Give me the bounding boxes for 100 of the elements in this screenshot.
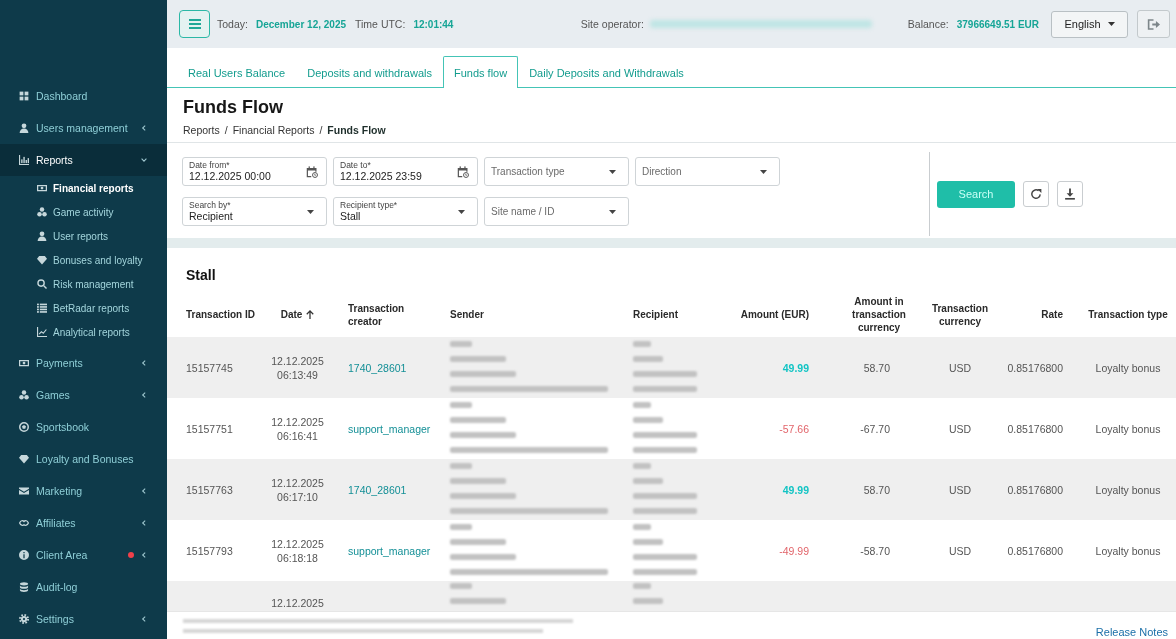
blurred-text — [633, 524, 697, 575]
table-cell: USD — [948, 361, 972, 374]
table-title: Stall — [186, 267, 216, 283]
table-cell: -58.70 — [860, 544, 890, 557]
table-cell: -49.99 — [779, 544, 809, 557]
sidebar-item[interactable]: User reports — [0, 224, 167, 248]
creator-link[interactable]: support_manager — [348, 544, 431, 557]
column-header[interactable]: Rate — [1005, 308, 1080, 321]
table-cell: 0.85176800 — [1007, 483, 1063, 496]
time-label: Time UTC: — [355, 18, 406, 30]
creator-link[interactable]: support_manager — [348, 422, 431, 435]
creator-link[interactable]: 1740_28601 — [348, 483, 407, 496]
sidebar-item[interactable]: Users management — [0, 112, 167, 144]
grid-icon — [19, 91, 29, 101]
today-label: Today: — [217, 18, 248, 30]
creator-link[interactable]: 1740_28601 — [348, 361, 407, 374]
balance-value: 37966649.51 EUR — [956, 18, 1039, 30]
release-notes-link[interactable]: Release Notes — [1095, 626, 1168, 639]
refresh-button[interactable] — [1023, 181, 1049, 207]
table-cell: Loyalty bonus — [1095, 483, 1161, 496]
time-value: 12:01:44 — [413, 18, 454, 30]
table-cell: 15157751 — [186, 422, 233, 435]
bar-chart-icon — [19, 155, 29, 165]
sidebar-item[interactable]: Financial reports — [0, 176, 167, 200]
sidebar-item[interactable]: Reports — [0, 144, 167, 176]
sidebar-item[interactable]: Loyalty and Bonuses — [0, 443, 167, 475]
dropdown-field[interactable]: Transaction type — [484, 157, 629, 186]
table-cell: 12.12.2025 06:16:41 — [271, 414, 324, 443]
caret-icon — [760, 169, 767, 174]
date-field[interactable]: Date to* 12.12.2025 23:59 — [333, 157, 478, 186]
person-icon — [19, 123, 29, 133]
column-header[interactable]: Recipient — [625, 308, 735, 321]
diamond-icon — [19, 454, 29, 464]
column-header[interactable]: Sender — [440, 308, 625, 321]
blurred-text — [633, 583, 663, 604]
sidebar-item[interactable]: Affiliates — [0, 507, 167, 539]
calendar-icon — [457, 165, 469, 178]
sidebar-item[interactable]: Analytical reports — [0, 320, 167, 344]
column-header[interactable]: Date — [260, 308, 335, 321]
logout-button[interactable] — [1137, 10, 1170, 38]
banknote-icon — [37, 183, 47, 193]
table-cell: 15157763 — [186, 483, 233, 496]
download-button[interactable] — [1057, 181, 1083, 207]
download-icon — [1064, 188, 1076, 200]
sidebar-item[interactable]: Payments — [0, 347, 167, 379]
gear-icon — [19, 614, 29, 624]
table-cell: USD — [948, 483, 972, 496]
dropdown-field[interactable]: Search by* Recipient — [182, 197, 327, 226]
table-cell: 12.12.2025 06:13:49 — [271, 353, 324, 382]
table-cell: 49.99 — [782, 483, 809, 496]
sidebar-item[interactable]: Dashboard — [0, 80, 167, 112]
column-header[interactable]: Amount (EUR) — [735, 308, 815, 321]
today-date: December 12, 2025 — [255, 18, 346, 30]
tab[interactable]: Real Users Balance — [177, 57, 297, 88]
sidebar-item[interactable]: Marketing — [0, 475, 167, 507]
sidebar-item[interactable]: Bonuses and loyalty — [0, 248, 167, 272]
breadcrumb-separator: / — [319, 124, 323, 136]
sidebar-item[interactable]: Risk management — [0, 272, 167, 296]
balance-label: Balance: — [907, 18, 949, 30]
sidebar-item[interactable]: Games — [0, 379, 167, 411]
date-field[interactable]: Date from* 12.12.2025 00:00 — [182, 157, 327, 186]
column-header[interactable]: Transaction ID — [167, 308, 260, 321]
page-title: Funds Flow — [183, 97, 283, 117]
table-cell: 12.12.2025 — [271, 596, 324, 610]
tab[interactable]: Daily Deposits and Withdrawals — [518, 57, 695, 88]
table-cell: 0.85176800 — [1007, 361, 1063, 374]
column-header[interactable]: Transaction currency — [915, 301, 1005, 328]
arrow-up-icon — [306, 310, 315, 319]
column-header[interactable]: Transaction creator — [335, 301, 440, 328]
table-cell: 0.85176800 — [1007, 544, 1063, 557]
breadcrumb-link[interactable]: Reports — [183, 124, 220, 136]
sidebar-item[interactable]: Client Area — [0, 539, 167, 571]
magnifier-icon — [37, 279, 47, 289]
dropdown-field[interactable]: Site name / ID — [484, 197, 629, 226]
loop-icon — [19, 518, 29, 528]
menu-icon — [188, 19, 201, 29]
envelope-icon — [19, 486, 29, 496]
sidebar-item[interactable]: Settings — [0, 603, 167, 635]
breadcrumb-link[interactable]: Financial Reports — [232, 124, 315, 136]
dropdown-field[interactable]: Recipient type* Stall — [333, 197, 478, 226]
table-cell: 49.99 — [782, 361, 809, 374]
menu-button[interactable] — [179, 10, 210, 38]
sidebar-item[interactable]: Sportsbook — [0, 411, 167, 443]
refresh-icon — [1030, 188, 1042, 200]
sidebar-item[interactable]: BetRadar reports — [0, 296, 167, 320]
sidebar-item[interactable]: Game activity — [0, 200, 167, 224]
tab[interactable]: Funds flow — [442, 56, 519, 88]
language-dropdown[interactable]: English — [1051, 10, 1128, 38]
blurred-text — [633, 402, 697, 453]
sidebar-item[interactable]: Audit-log — [0, 571, 167, 603]
column-header[interactable]: Amount in transaction currency — [815, 295, 915, 334]
table-cell: -67.70 — [860, 422, 890, 435]
column-header[interactable]: Transaction type — [1080, 308, 1176, 321]
tab[interactable]: Deposits and withdrawals — [296, 57, 443, 88]
caret-icon — [609, 209, 616, 214]
table-cell: 58.70 — [863, 361, 890, 374]
table-cell: Loyalty bonus — [1095, 544, 1161, 557]
table-cell: USD — [948, 422, 972, 435]
dropdown-field[interactable]: Direction — [635, 157, 780, 186]
caret-icon — [1107, 22, 1115, 26]
